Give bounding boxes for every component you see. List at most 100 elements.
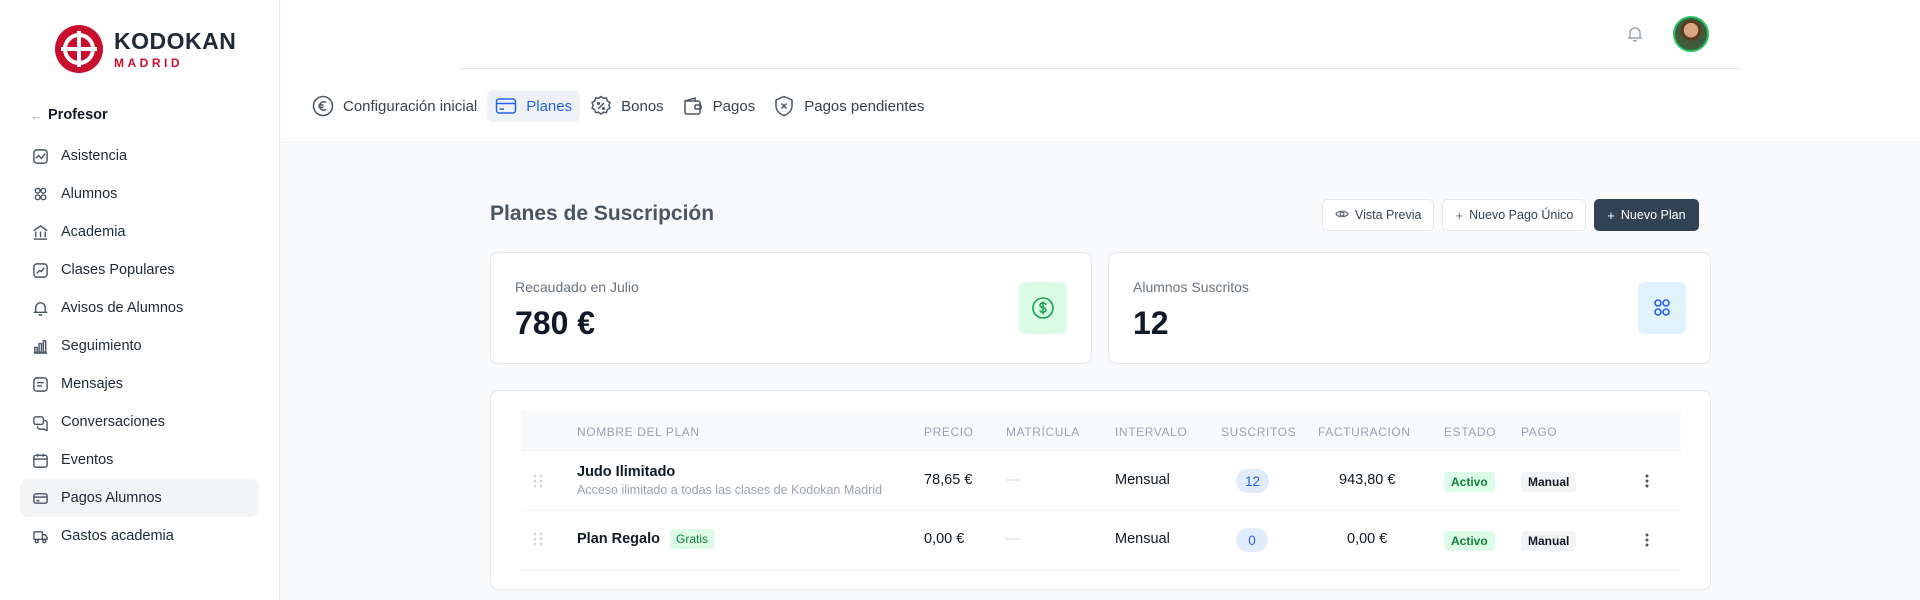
payment-badge: Manual	[1521, 531, 1577, 551]
row-more-icon[interactable]	[1640, 531, 1654, 549]
sidebar-item-alumnos[interactable]: Alumnos	[20, 175, 259, 213]
tab-configuracion-inicial[interactable]: Configuración inicial	[304, 90, 485, 122]
plan-price: 0,00 €	[924, 531, 965, 547]
sidebar-item-avisos[interactable]: Avisos de Alumnos	[20, 289, 259, 327]
users-icon	[1638, 282, 1686, 334]
truck-icon	[31, 527, 49, 545]
sidebar-item-asistencia[interactable]: Asistencia	[20, 137, 259, 175]
sidebar-item-conversaciones[interactable]: Conversaciones	[20, 403, 259, 441]
column-header: ESTADO	[1444, 425, 1497, 439]
subscribers-count: 0	[1236, 528, 1268, 552]
bell-icon	[31, 299, 49, 317]
table-header: NOMBRE DEL PLAN PRECIO MATRÍCULA INTERVA…	[521, 411, 1681, 451]
sidebar-item-label: Clases Populares	[61, 262, 175, 278]
sidebar: KODOKAN MADRID ← Profesor Asistencia Alu…	[0, 0, 280, 600]
plan-name-cell: Plan Regalo Gratis	[577, 529, 715, 549]
status-badge: Activo	[1444, 472, 1495, 492]
tab-label: Pagos	[712, 97, 756, 115]
column-header: NOMBRE DEL PLAN	[577, 425, 700, 439]
sidebar-item-label: Alumnos	[61, 186, 118, 202]
tab-planes[interactable]: Planes	[487, 90, 581, 122]
column-header: PAGO	[1521, 425, 1558, 439]
user-avatar[interactable]	[1673, 16, 1709, 52]
plan-interval: Mensual	[1115, 472, 1170, 488]
column-header: SUSCRITOS	[1221, 425, 1297, 439]
plan-name: Judo Ilimitado	[577, 464, 676, 480]
card-icon	[31, 489, 49, 507]
preview-button[interactable]: Vista Previa	[1322, 199, 1435, 231]
percent-badge-icon	[591, 95, 611, 116]
eye-icon	[1335, 207, 1349, 224]
new-one-time-payment-button[interactable]: + Nuevo Pago Único	[1442, 199, 1587, 231]
row-more-icon[interactable]	[1640, 472, 1654, 490]
shield-x-icon	[775, 95, 793, 117]
message-icon	[31, 375, 49, 393]
table-row[interactable]: Plan Regalo Gratis 0,00 € — Mensual 0 0,…	[521, 511, 1681, 571]
tab-bonos[interactable]: Bonos	[582, 90, 672, 122]
tab-pagos-pendientes[interactable]: Pagos pendientes	[765, 90, 932, 122]
calendar-icon	[31, 451, 49, 469]
sidebar-item-label: Gastos academia	[61, 528, 174, 544]
column-header: PRECIO	[924, 425, 974, 439]
subscribers-count: 12	[1236, 469, 1270, 493]
arrow-left-icon: ←	[30, 107, 43, 123]
sidebar-item-mensajes[interactable]: Mensajes	[20, 365, 259, 403]
card-icon	[496, 98, 517, 114]
bar-chart-icon	[31, 337, 49, 355]
back-label: Profesor	[48, 107, 108, 123]
new-plan-button[interactable]: + Nuevo Plan	[1594, 199, 1699, 231]
tab-label: Pagos pendientes	[804, 97, 925, 115]
sidebar-item-label: Pagos Alumnos	[61, 490, 162, 506]
main-area: Configuración inicial Planes Bonos Pagos…	[281, 0, 1920, 600]
building-icon	[31, 223, 49, 241]
trend-icon	[31, 261, 49, 279]
stat-label: Recaudado en Julio	[515, 279, 639, 295]
logo[interactable]: KODOKAN MADRID	[54, 24, 236, 74]
dollar-circle-icon	[1019, 282, 1067, 334]
sidebar-item-label: Academia	[61, 224, 126, 240]
page-actions: Vista Previa + Nuevo Pago Único + Nuevo …	[1322, 199, 1699, 231]
plus-icon: +	[1455, 207, 1464, 223]
column-header: FACTURACIÓN	[1318, 425, 1411, 439]
tab-pagos[interactable]: Pagos	[674, 90, 764, 122]
drag-handle-icon[interactable]	[532, 473, 544, 489]
sidebar-item-label: Conversaciones	[61, 414, 165, 430]
header-divider	[461, 68, 1741, 69]
plan-interval: Mensual	[1115, 531, 1170, 547]
sidebar-item-eventos[interactable]: Eventos	[20, 441, 259, 479]
plan-name-cell: Judo Ilimitado Acceso ilimitado a todas …	[577, 464, 882, 497]
plus-icon: +	[1607, 207, 1615, 223]
payment-badge: Manual	[1521, 472, 1577, 492]
logo-subtitle: MADRID	[114, 55, 183, 70]
topbar: Configuración inicial Planes Bonos Pagos…	[281, 0, 1920, 143]
free-badge: Gratis	[670, 529, 715, 549]
tab-bar: Configuración inicial Planes Bonos Pagos…	[304, 90, 934, 122]
plan-price: 78,65 €	[924, 472, 973, 488]
sidebar-item-academia[interactable]: Academia	[20, 213, 259, 251]
plan-billing: 0,00 €	[1347, 531, 1388, 547]
sidebar-item-label: Avisos de Alumnos	[61, 300, 184, 316]
new-one-time-payment-label: Nuevo Pago Único	[1469, 208, 1574, 222]
sidebar-item-clases-populares[interactable]: Clases Populares	[20, 251, 259, 289]
plan-enrollment: —	[1006, 531, 1021, 547]
stat-label: Alumnos Suscritos	[1133, 279, 1249, 295]
tab-label: Bonos	[621, 97, 664, 115]
activity-icon	[31, 147, 49, 165]
table-row[interactable]: Judo Ilimitado Acceso ilimitado a todas …	[521, 451, 1681, 511]
sidebar-item-seguimiento[interactable]: Seguimiento	[20, 327, 259, 365]
drag-handle-icon[interactable]	[532, 531, 544, 547]
sidebar-item-gastos[interactable]: Gastos academia	[20, 517, 259, 555]
sidebar-item-label: Asistencia	[61, 148, 128, 164]
chat-icon	[31, 413, 49, 431]
sidebar-item-pagos-alumnos[interactable]: Pagos Alumnos	[20, 479, 259, 517]
column-header: MATRÍCULA	[1006, 425, 1080, 439]
users-icon	[31, 185, 49, 203]
plans-table: NOMBRE DEL PLAN PRECIO MATRÍCULA INTERVA…	[490, 390, 1711, 590]
notifications-bell-icon[interactable]	[1626, 25, 1646, 45]
back-to-profesor[interactable]: ← Profesor	[30, 104, 108, 126]
stat-value: 12	[1133, 305, 1169, 341]
wallet-icon	[683, 96, 702, 115]
status-badge: Activo	[1444, 531, 1495, 551]
stat-card-subscribers: Alumnos Suscritos 12	[1108, 252, 1711, 364]
plan-name: Plan Regalo	[577, 530, 660, 547]
